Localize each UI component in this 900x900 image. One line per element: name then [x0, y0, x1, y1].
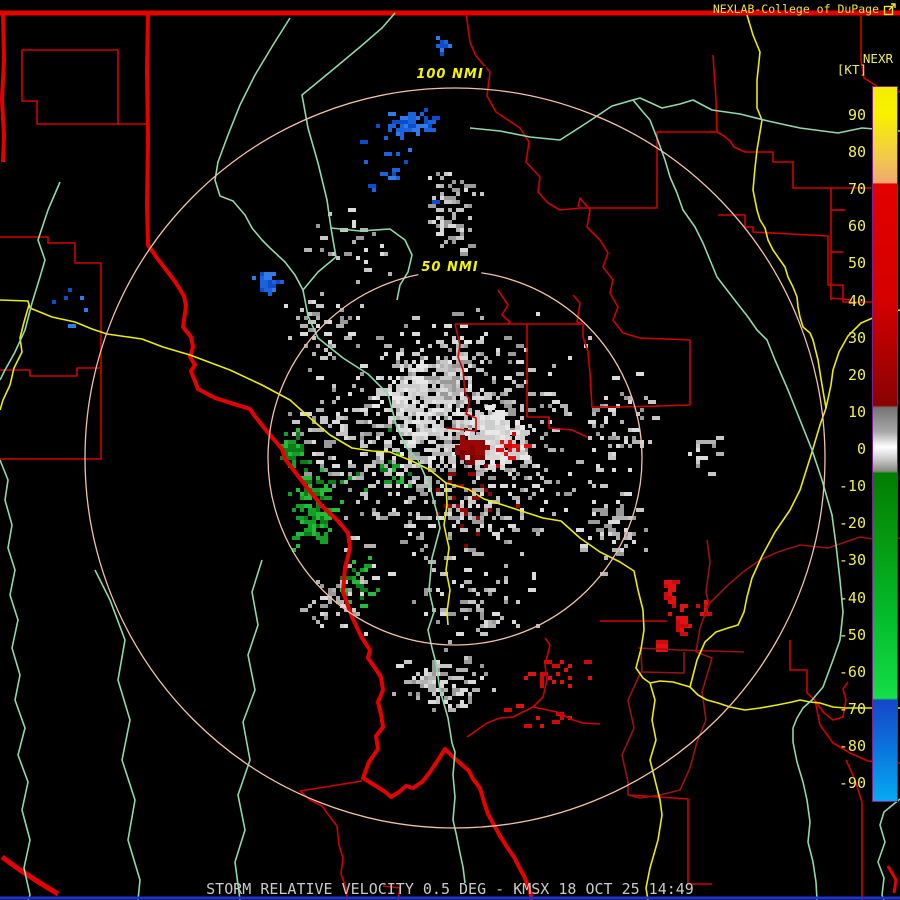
highway-line-south-branch [646, 683, 662, 900]
river-line-far-west-lower [0, 460, 30, 900]
colorbar-tick-label: 10 [826, 403, 866, 421]
left-border-line [2, 13, 4, 162]
site-title-link[interactable]: NEXLAB-College of DuPage [713, 2, 896, 16]
radar-map-canvas [0, 0, 900, 900]
colorbar-tick-label: -40 [826, 589, 866, 607]
county-line-se-knot-1 [467, 638, 550, 737]
county-line-north-winding [466, 13, 657, 210]
colorbar-tick-label: -20 [826, 514, 866, 532]
colorbar-tick-label: 80 [826, 143, 866, 161]
echo-layer [52, 36, 724, 728]
county-line-west-2 [0, 368, 100, 376]
county-line-nw-2 [22, 50, 148, 124]
county-line-se-knot-2 [533, 707, 600, 724]
range-ring-label-100nmi: 100 NMI [413, 66, 486, 83]
colorbar-tick-label: 60 [826, 217, 866, 235]
colorbar-tick-label: -10 [826, 477, 866, 495]
range-ring-label-50nmi: 50 NMI [418, 259, 481, 276]
colorbar-tick-label: 90 [826, 106, 866, 124]
colorbar-tick-label: -90 [826, 774, 866, 792]
colorbar-tick-label: 0 [826, 440, 866, 458]
colorbar-tick-label: -50 [826, 626, 866, 644]
river-line-southwest-2 [95, 570, 140, 900]
highway-line-north-south-east [747, 15, 826, 408]
external-link-icon [883, 3, 896, 16]
county-line-se-dark-4 [641, 650, 684, 673]
colorbar-tick-label: -70 [826, 700, 866, 718]
county-line-center-box-mid [527, 324, 587, 437]
colorbar-tick-label: 70 [826, 180, 866, 198]
colorbar-gradient [873, 87, 897, 801]
river-line-northwest [215, 18, 303, 290]
county-line-se-dark-5 [622, 672, 641, 795]
county-line-se-dark-3 [638, 648, 744, 652]
river-line-center-branch [331, 228, 412, 300]
river-line-southwest-1 [235, 560, 262, 900]
county-line-center-box-n [498, 290, 510, 324]
county-line-se-4 [628, 795, 712, 884]
colorbar-tick-label: 30 [826, 329, 866, 347]
river-line-far-west-upper [0, 182, 60, 380]
county-line-south-2 [300, 781, 362, 791]
colorbar-product-label: NEXR [863, 51, 893, 66]
radar-display: 100 NMI 50 NMI NEXLAB-College of DuPage … [0, 0, 900, 900]
county-line-center-east-winding [578, 198, 690, 340]
colorbar-tick-label: 40 [826, 292, 866, 310]
county-line-northeast-1 [657, 55, 717, 208]
status-caption: STORM RELATIVE VELOCITY 0.5 DEG - KMSX 1… [0, 880, 900, 898]
colorbar-units-label: [KT] [837, 62, 867, 77]
colorbar-tick-label: -60 [826, 663, 866, 681]
highway-line-west-branch [0, 305, 29, 410]
colorbar-tick-label: -80 [826, 737, 866, 755]
colorbar-tick-label: -30 [826, 551, 866, 569]
colorbar-tick-label: 20 [826, 366, 866, 384]
colorbar [872, 86, 898, 802]
page-title: NEXLAB-College of DuPage [713, 2, 879, 16]
highway-line-northeast-branch [690, 310, 900, 687]
colorbar-tick-label: 50 [826, 254, 866, 272]
